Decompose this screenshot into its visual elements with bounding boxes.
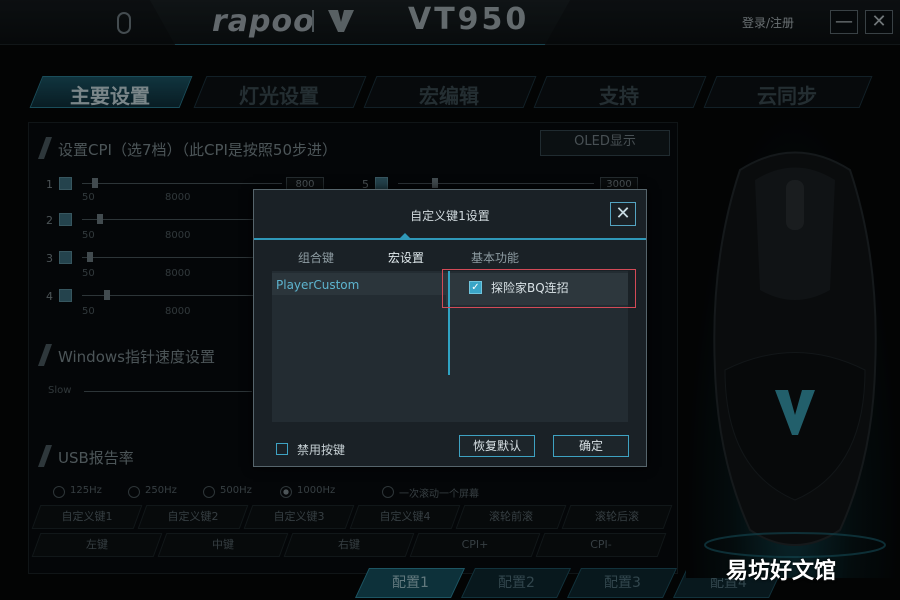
macro-item-playercustom[interactable]: PlayerCustom bbox=[276, 278, 359, 292]
reset-default-button[interactable]: 恢复默认 bbox=[459, 435, 535, 457]
dialog-close-button[interactable]: ✕ bbox=[610, 202, 636, 226]
highlight-annotation bbox=[442, 269, 636, 308]
dialog-title: 自定义键1设置 bbox=[410, 209, 490, 223]
confirm-button[interactable]: 确定 bbox=[553, 435, 629, 457]
macro-list: PlayerCustom bbox=[272, 271, 446, 422]
dialog-divider bbox=[254, 238, 646, 240]
active-tab-caret bbox=[399, 233, 411, 239]
tab-macro-settings[interactable]: 宏设置 bbox=[388, 249, 424, 266]
disable-key-checkbox[interactable] bbox=[276, 443, 288, 455]
tab-basic-function[interactable]: 基本功能 bbox=[471, 249, 519, 266]
disable-key-label: 禁用按键 bbox=[297, 443, 346, 457]
tab-combo-key[interactable]: 组合键 bbox=[298, 249, 334, 266]
watermark-text: 易坊好文馆 bbox=[726, 559, 837, 584]
custom-key-dialog: 自定义键1设置 ✕ 组合键 宏设置 基本功能 PlayerCustom ✓ 探险… bbox=[253, 189, 647, 467]
